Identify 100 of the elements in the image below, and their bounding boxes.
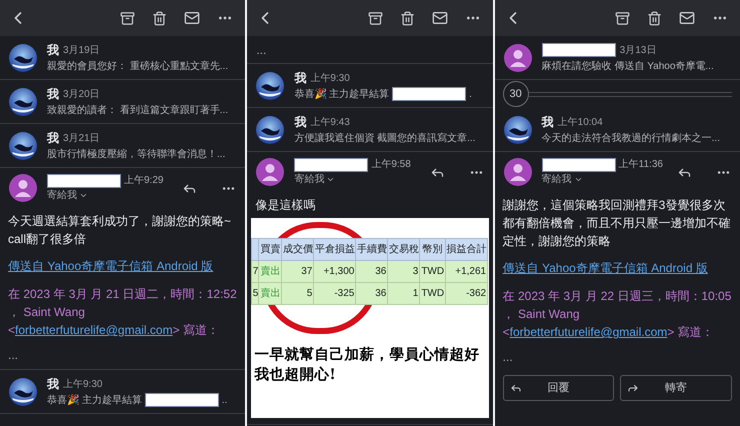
email-link[interactable]: forbetterfuturelife@gmail.com	[15, 323, 173, 337]
message-snippet: 方便讓我遮住個資 截圖您的喜訊寫文章...	[294, 132, 476, 146]
delete-icon[interactable]	[152, 10, 168, 26]
chevron-down-icon	[79, 191, 88, 200]
message-row[interactable]: 我 3月20日 致親愛的讀者： 看到這篇文章跟盯著手...	[0, 80, 246, 124]
message-date: 3月21日	[63, 132, 100, 146]
recipient-toggle[interactable]: 寄給我	[294, 172, 420, 187]
avatar-icon	[9, 88, 37, 116]
message-row[interactable]: 我 3月21日 股市行情極度壓縮，等待聯準會消息！...	[0, 124, 246, 168]
message-snippet: 今天的走法符合我教過的行情劇本之一...	[542, 132, 720, 146]
reply-icon	[510, 382, 522, 394]
message-snippet: 恭喜🎉 主力趁早結算	[294, 87, 390, 102]
message-row[interactable]: 我 上午9:30 恭喜🎉 主力趁早結算 .	[247, 64, 493, 108]
table-header: 損益合計	[446, 238, 488, 260]
sender-name: 我	[47, 130, 59, 147]
forward-button[interactable]: 轉寄	[620, 375, 732, 401]
message-date: 上午9:43	[310, 116, 350, 130]
table-cell: +1,261	[446, 260, 488, 282]
quoted-text-toggle[interactable]: ...	[256, 40, 266, 58]
sender-name: 我	[47, 86, 59, 103]
mail-icon[interactable]	[184, 10, 200, 26]
table-cell: 5	[252, 282, 259, 304]
table-cell: 7	[252, 260, 259, 282]
table-cell: 賣出	[258, 282, 282, 304]
table-cell: -325	[314, 282, 356, 304]
mail-icon[interactable]	[678, 10, 695, 26]
mail-icon[interactable]	[432, 10, 448, 26]
avatar-icon	[9, 44, 37, 72]
message-snippet: 股市行情極度壓縮，等待聯準會消息！...	[47, 148, 226, 162]
signature-link[interactable]: 傳送自 Yahoo奇摩電子信箱 Android 版	[8, 258, 238, 275]
snippet-ellipsis: ..	[222, 394, 228, 408]
avatar-icon	[504, 158, 532, 186]
message-body: 今天週選結算套利成功了，謝謝您的策略~ call翻了很多倍	[8, 213, 232, 248]
message-row[interactable]: 我 3月19日 親愛的會員您好： 重磅核心重點文章先...	[0, 36, 246, 80]
archive-icon[interactable]	[120, 10, 136, 26]
quoted-text-toggle[interactable]: ...	[8, 347, 238, 363]
forward-icon	[627, 382, 640, 394]
recipient-toggle[interactable]: 寄給我	[47, 188, 172, 203]
table-cell: 37	[282, 260, 314, 282]
message-date: 3月20日	[63, 88, 100, 102]
message-row[interactable]: 3月13日 麻煩在請您驗收 傳送自 Yahoo奇摩電...	[494, 36, 740, 80]
message-row[interactable]: 我 上午9:43 方便讓我遮住個資 截圖您的喜訊寫文章...	[247, 108, 493, 152]
message-body: 像是這樣嗎	[255, 197, 316, 214]
avatar-icon	[256, 116, 284, 144]
message-snippet: 親愛的會員您好： 重磅核心重點文章先...	[47, 60, 228, 74]
delete-icon[interactable]	[400, 10, 415, 26]
table-cell: TWD	[420, 260, 446, 282]
message-date: 上午10:04	[558, 116, 603, 130]
collapsed-count[interactable]: 30	[502, 81, 529, 107]
archive-icon[interactable]	[614, 10, 630, 26]
table-header: 幣別	[420, 238, 446, 260]
caption-text: 我也超開心!	[254, 365, 337, 385]
avatar-icon	[256, 158, 284, 186]
quote-header: 在 2023 年 3月 月 21 日週二，時間：12:52 ， Saint Wang <forbetterfuturelife@gmail.com> 寫道：	[8, 286, 238, 339]
table-cell: 36	[356, 282, 388, 304]
table-cell: 1	[388, 282, 420, 304]
sender-name: 我	[542, 114, 554, 131]
table-cell: TWD	[420, 282, 446, 304]
snippet-ellipsis: .	[469, 88, 472, 102]
table-header: 交易稅	[388, 238, 420, 260]
message-snippet: 恭喜🎉 主力趁早結算	[47, 393, 142, 408]
avatar-icon	[504, 44, 532, 72]
message-time: 上午9:29	[124, 174, 164, 188]
sender-name: 我	[294, 114, 306, 131]
message-time: 上午11:36	[618, 158, 663, 172]
table-cell: 3	[388, 260, 420, 282]
message-date: 上午9:30	[310, 72, 350, 86]
message-row[interactable]: 我 上午9:30 恭喜🎉 主力趁早結算 ..	[0, 370, 246, 414]
avatar-icon	[504, 116, 532, 144]
table-header: 手續費	[356, 238, 388, 260]
table-cell: 36	[356, 260, 388, 282]
table-cell: -362	[446, 282, 488, 304]
table-cell: 賣出	[258, 260, 282, 282]
avatar-icon	[9, 378, 37, 406]
message-row[interactable]: 我 上午10:04 今天的走法符合我教過的行情劇本之一...	[494, 108, 740, 152]
delete-icon[interactable]	[646, 10, 662, 26]
avatar-icon	[9, 174, 37, 202]
recipient-toggle[interactable]: 寄給我	[542, 172, 667, 187]
reply-button[interactable]: 回覆	[502, 375, 614, 401]
sender-name: 我	[47, 42, 59, 59]
caption-text: 一早就幫自己加薪，學員心情超好	[254, 345, 480, 365]
message-snippet: 麻煩在請您驗收 傳送自 Yahoo奇摩電...	[542, 60, 714, 74]
quote-header: 在 2023 年 3月 月 22 日週三，時間：10:05 ， Saint Wang <forbetterfuturelife@gmail.com> 寫道：	[502, 288, 732, 341]
table-header: 成交價	[282, 238, 314, 260]
table-header: 平倉損益	[314, 238, 356, 260]
message-date: 3月13日	[620, 44, 656, 58]
message-time: 上午9:58	[371, 158, 411, 172]
message-body: 謝謝您，這個策略我回測禮拜3發覺很多次都有翻倍機會，而且不用只壓一邊增加不確定性，謝謝您的策略	[502, 197, 732, 250]
table-header: 買賣	[258, 238, 282, 260]
sender-name: 我	[294, 70, 306, 87]
archive-icon[interactable]	[368, 10, 383, 26]
avatar-icon	[9, 132, 37, 160]
table-cell: 5	[282, 282, 314, 304]
message-date: 3月19日	[63, 44, 100, 58]
quoted-text-toggle[interactable]: ...	[502, 349, 732, 365]
table-cell: +1,300	[314, 260, 356, 282]
sender-name: 我	[47, 376, 59, 393]
email-link[interactable]: forbetterfuturelife@gmail.com	[510, 325, 668, 339]
avatar-icon	[256, 72, 284, 100]
signature-link[interactable]: 傳送自 Yahoo奇摩電子信箱 Android 版	[502, 260, 732, 277]
